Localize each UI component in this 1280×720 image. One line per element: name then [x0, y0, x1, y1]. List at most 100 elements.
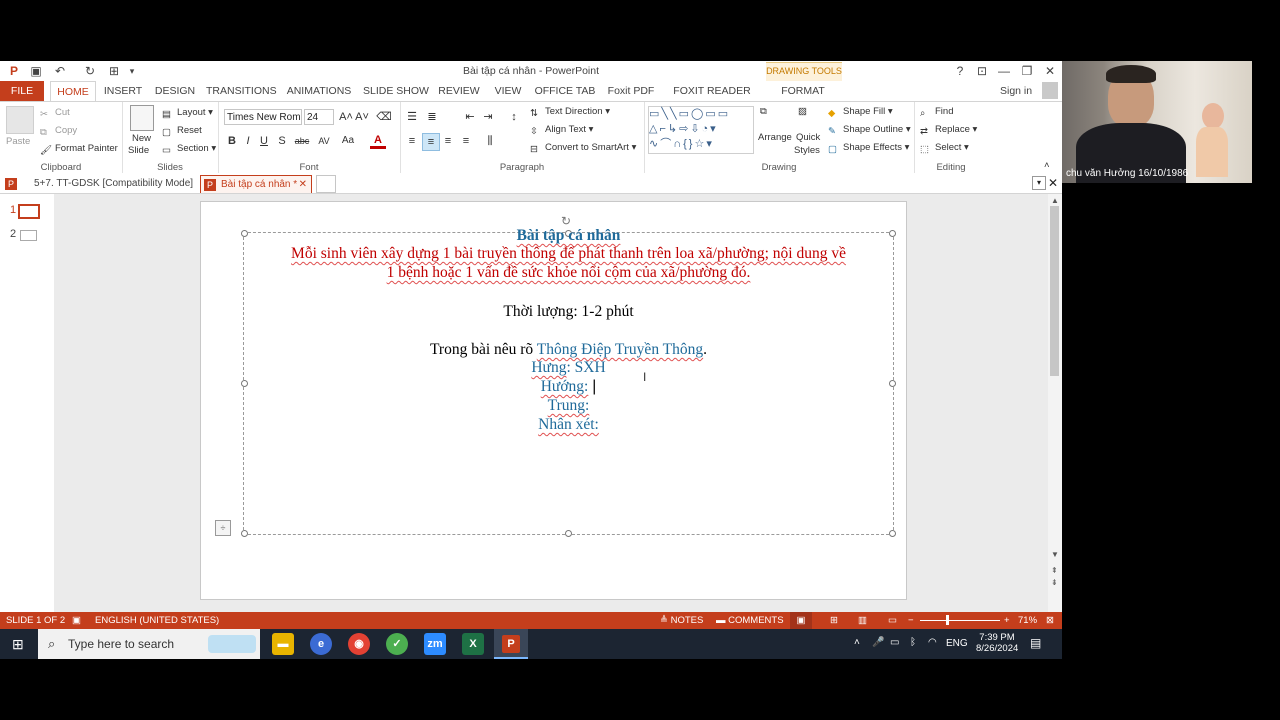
- text-direction-button[interactable]: ⇅ Text Direction ▾: [530, 106, 610, 119]
- thumbnail-slide-1[interactable]: [18, 204, 40, 219]
- shape-effects-button[interactable]: ▢ Shape Effects ▾: [828, 142, 909, 155]
- tab-foxit-reader-pdf[interactable]: FOXIT READER PDF: [666, 81, 758, 117]
- bold-button[interactable]: B: [224, 133, 240, 149]
- wifi-icon[interactable]: ◠: [928, 637, 937, 648]
- spellcheck-icon[interactable]: ▣: [72, 612, 81, 629]
- doc-tab-1[interactable]: P 5+7. TT-GDSK [Compatibility Mode]: [2, 175, 196, 193]
- zoom-out-icon[interactable]: −: [908, 612, 914, 629]
- scroll-down-icon[interactable]: ▼: [1051, 550, 1059, 559]
- reset-button[interactable]: ▢ Reset: [162, 125, 202, 138]
- text-box[interactable]: Bài tập cá nhân Mỗi sinh viên xây dựng 1…: [241, 227, 896, 537]
- increase-indent-icon[interactable]: ⇥: [480, 109, 496, 125]
- shapes-gallery[interactable]: ▭╲╲▭◯▭▭ △⌐↳⇨⇩◔▾ ∿⌒∩{}☆▾: [648, 106, 754, 154]
- battery-icon[interactable]: ▭: [890, 637, 899, 648]
- change-case-button[interactable]: Aa: [338, 133, 358, 149]
- file-explorer-icon[interactable]: ▬: [272, 633, 294, 655]
- clear-formatting-icon[interactable]: ⌫: [376, 109, 392, 125]
- browser-icon[interactable]: e: [310, 633, 332, 655]
- taskbar-search[interactable]: ⌕ Type here to search: [38, 629, 260, 659]
- restore-icon[interactable]: ❐: [1017, 63, 1037, 79]
- tray-chevron-icon[interactable]: ˄: [854, 637, 860, 648]
- tab-foxit-pdf[interactable]: Foxit PDF: [604, 81, 658, 101]
- paste-icon[interactable]: [6, 106, 34, 134]
- excel-icon[interactable]: X: [462, 633, 484, 655]
- tab-slide-show[interactable]: SLIDE SHOW: [362, 81, 430, 101]
- shadow-button[interactable]: S: [274, 133, 290, 149]
- slide-sorter-icon[interactable]: ⊞: [830, 612, 838, 629]
- microphone-icon[interactable]: 🎤: [872, 637, 884, 648]
- arrange-button[interactable]: Arrange: [758, 132, 792, 143]
- close-all-icon[interactable]: ✕: [1048, 176, 1058, 190]
- arrange-icon[interactable]: ⧉: [760, 106, 782, 128]
- close-icon[interactable]: ✕: [1040, 63, 1060, 79]
- previous-slide-icon[interactable]: ⇞: [1051, 566, 1058, 575]
- clock[interactable]: 7:39 PM 8/26/2024: [976, 632, 1018, 654]
- quick-styles-icon[interactable]: ▨: [798, 106, 807, 117]
- chrome-icon[interactable]: ◉: [348, 633, 370, 655]
- align-center-icon[interactable]: ≡: [422, 133, 440, 151]
- scroll-up-icon[interactable]: ▲: [1051, 196, 1059, 205]
- doc-tab-2[interactable]: P Bài tập cá nhân * ✕: [200, 175, 312, 193]
- numbering-icon[interactable]: ≣: [424, 109, 440, 125]
- bullets-icon[interactable]: ☰: [404, 109, 420, 125]
- language-indicator[interactable]: ENGLISH (UNITED STATES): [95, 612, 219, 629]
- font-name-combo[interactable]: Times New Rom: [224, 109, 302, 125]
- fit-to-window-icon[interactable]: ⊠: [1046, 612, 1054, 629]
- decrease-indent-icon[interactable]: ⇤: [462, 109, 478, 125]
- powerpoint-taskbar-button[interactable]: P: [494, 629, 528, 659]
- help-button[interactable]: ?: [950, 63, 970, 79]
- tab-view[interactable]: VIEW: [488, 81, 528, 101]
- tab-home[interactable]: HOME: [50, 81, 96, 102]
- bluetooth-icon[interactable]: ᛒ: [910, 637, 916, 648]
- tab-format[interactable]: FORMAT: [770, 81, 836, 101]
- tab-design[interactable]: DESIGN: [152, 81, 198, 101]
- thumbnail-slide-2[interactable]: [20, 230, 37, 241]
- format-painter-button[interactable]: 🖌 Format Painter: [40, 143, 118, 156]
- tab-animations[interactable]: ANIMATIONS: [284, 81, 354, 101]
- zoom-slider-track[interactable]: [920, 620, 1000, 621]
- font-color-button[interactable]: A: [370, 133, 386, 149]
- italic-button[interactable]: I: [240, 133, 256, 149]
- close-tab-icon[interactable]: ✕: [299, 176, 307, 194]
- layout-button[interactable]: ▤ Layout ▾: [162, 107, 213, 120]
- tab-review[interactable]: REVIEW: [436, 81, 482, 101]
- tab-file[interactable]: FILE: [0, 81, 44, 101]
- new-slide-label-2[interactable]: Slide: [128, 145, 149, 156]
- increase-font-icon[interactable]: A˄: [338, 109, 354, 125]
- align-text-button[interactable]: ⇳ Align Text ▾: [530, 124, 593, 137]
- decrease-font-icon[interactable]: A˅: [354, 109, 370, 125]
- copy-button[interactable]: ⧉ Copy: [40, 125, 77, 138]
- paste-button[interactable]: Paste: [6, 136, 30, 147]
- new-tab-button[interactable]: [316, 175, 336, 193]
- app-icon[interactable]: ✓: [386, 633, 408, 655]
- strikethrough-button[interactable]: abc: [292, 133, 312, 149]
- font-size-combo[interactable]: 24: [304, 109, 334, 125]
- vertical-scrollbar[interactable]: ▲ ▼ ⇞ ⇟: [1048, 194, 1062, 614]
- sign-in-link[interactable]: Sign in: [1000, 81, 1048, 101]
- shape-fill-button[interactable]: ◆ Shape Fill ▾: [828, 106, 893, 119]
- account-avatar-icon[interactable]: [1042, 82, 1058, 99]
- select-button[interactable]: ⬚ Select ▾: [920, 142, 969, 155]
- slideshow-view-icon[interactable]: ▭: [888, 612, 897, 629]
- quick-styles-label-2[interactable]: Styles: [794, 145, 820, 156]
- resize-handle[interactable]: [889, 530, 896, 537]
- tab-office-tab[interactable]: OFFICE TAB: [534, 81, 596, 101]
- columns-icon[interactable]: ⫼: [482, 133, 498, 149]
- rotate-handle-icon[interactable]: ↻: [561, 214, 571, 228]
- replace-button[interactable]: ⇄ Replace ▾: [920, 124, 977, 137]
- zoom-in-icon[interactable]: +: [1004, 612, 1010, 629]
- normal-view-icon[interactable]: ▣: [790, 612, 812, 629]
- ribbon-display-icon[interactable]: ⊡: [972, 63, 992, 79]
- character-spacing-button[interactable]: AV: [314, 133, 334, 149]
- find-button[interactable]: ⌕ Find: [920, 106, 953, 119]
- notification-center-icon[interactable]: ▤: [1030, 636, 1041, 650]
- input-language[interactable]: ENG: [946, 638, 968, 649]
- scroll-thumb[interactable]: [1050, 206, 1059, 376]
- cut-button[interactable]: ✂ Cut: [40, 107, 70, 120]
- new-slide-icon[interactable]: [130, 105, 154, 131]
- align-left-icon[interactable]: ≡: [404, 133, 420, 149]
- shape-outline-button[interactable]: ✎ Shape Outline ▾: [828, 124, 911, 137]
- justify-icon[interactable]: ≡: [458, 133, 474, 149]
- minimize-icon[interactable]: —: [994, 63, 1014, 79]
- notes-button[interactable]: ≜ NOTES: [660, 612, 703, 629]
